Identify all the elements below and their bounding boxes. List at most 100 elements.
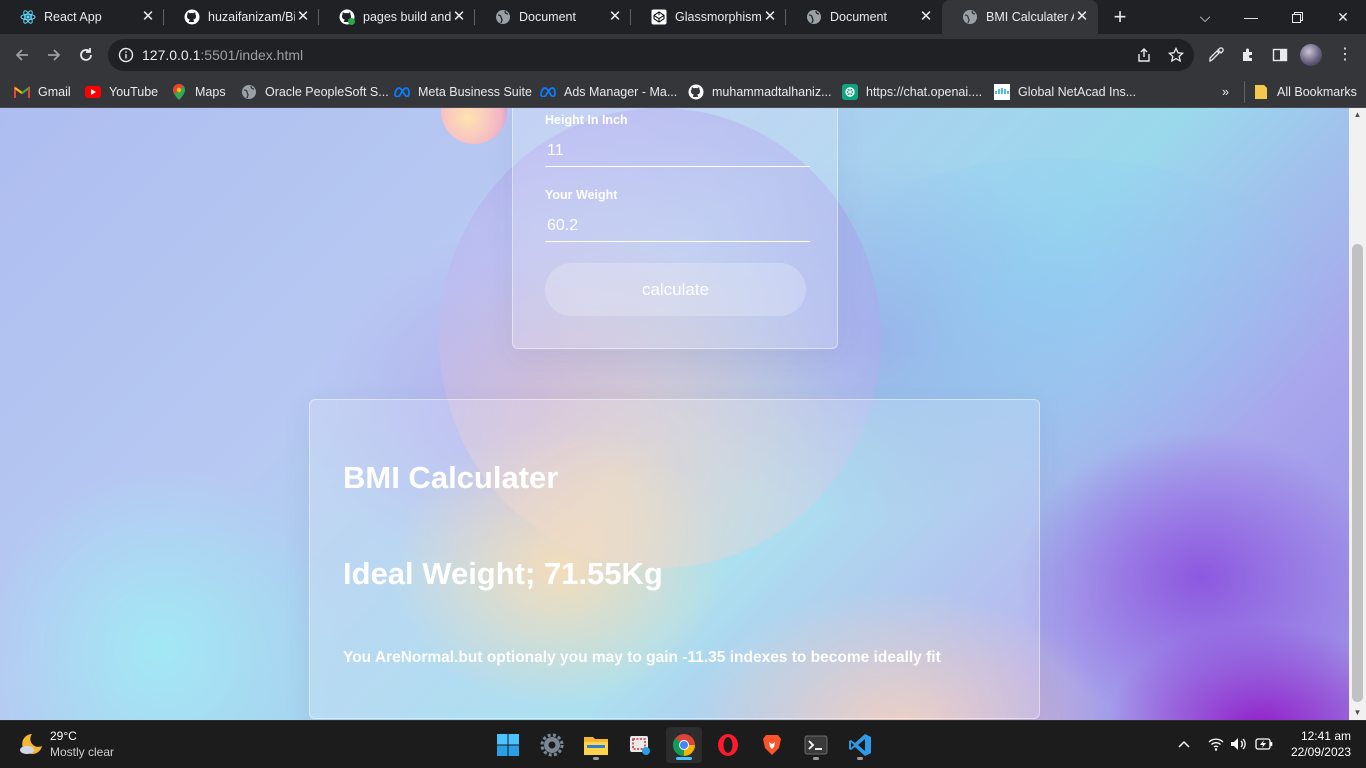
brave-icon[interactable]: [754, 727, 790, 763]
result-title: BMI Calculater: [343, 460, 559, 495]
bookmark-label: Maps: [195, 85, 226, 99]
scrollbar-thumb[interactable]: [1352, 244, 1363, 702]
tab-search-icon[interactable]: ⌵: [1182, 0, 1228, 34]
clock-date[interactable]: 22/09/2023: [1279, 745, 1351, 759]
settings-gear-icon[interactable]: [534, 727, 570, 763]
show-hidden-icons-chevron-icon[interactable]: [1175, 735, 1193, 753]
bookmark-chat-openai[interactable]: https://chat.openai....: [842, 81, 982, 103]
youtube-icon: [85, 84, 101, 100]
clock-time[interactable]: 12:41 am: [1289, 729, 1351, 743]
more-menu-icon[interactable]: ⋮: [1336, 45, 1354, 65]
eyedropper-extension-icon[interactable]: [1207, 46, 1225, 64]
url-text[interactable]: 127.0.0.1:5501/index.html: [142, 47, 303, 63]
result-message: You AreNormal.but optionaly you may to g…: [343, 649, 941, 666]
snipping-tool-icon[interactable]: [622, 727, 658, 763]
tab-bmi-calculater[interactable]: BMI Calculater App ✕: [942, 0, 1098, 34]
address-bar[interactable]: 127.0.0.1:5501/index.html: [108, 39, 1194, 71]
bookmark-star-icon[interactable]: [1167, 46, 1185, 64]
github-check-icon: [339, 9, 355, 25]
close-window-icon[interactable]: ✕: [1320, 0, 1366, 34]
globe-icon: [962, 9, 978, 25]
globe-icon: [241, 84, 257, 100]
close-tab-icon[interactable]: ✕: [1074, 9, 1090, 25]
bookmark-label: Global NetAcad Ins...: [1018, 85, 1137, 99]
running-indicator: [593, 757, 599, 760]
weather-temperature[interactable]: 29°C: [50, 729, 77, 743]
tab-react-app[interactable]: React App ✕: [0, 0, 164, 34]
side-panel-icon[interactable]: [1271, 46, 1289, 64]
minimize-icon[interactable]: —: [1228, 0, 1274, 34]
bookmark-maps[interactable]: Maps: [171, 81, 226, 103]
tab-github-birth[interactable]: huzaifanizam/Birth ✕: [164, 0, 319, 34]
close-tab-icon[interactable]: ✕: [451, 9, 467, 25]
gmail-icon: [14, 84, 30, 100]
more-bookmarks-button[interactable]: »: [1222, 81, 1229, 103]
folder-icon: [1253, 84, 1269, 100]
globe-icon: [806, 9, 822, 25]
close-tab-icon[interactable]: ✕: [295, 9, 311, 25]
close-tab-icon[interactable]: ✕: [140, 9, 156, 25]
close-tab-icon[interactable]: ✕: [762, 9, 778, 25]
maps-icon: [171, 84, 187, 100]
bookmarks-bar: Gmail YouTube Maps Oracle PeopleSoft S..…: [0, 76, 1366, 108]
weather-condition[interactable]: Mostly clear: [50, 745, 114, 759]
extensions-icon[interactable]: [1239, 46, 1257, 64]
page-scrollbar[interactable]: ▲ ▼: [1349, 108, 1366, 720]
bookmark-label: Meta Business Suite: [418, 85, 532, 99]
restore-icon[interactable]: [1274, 0, 1320, 34]
bookmark-oracle-peoplesoft[interactable]: Oracle PeopleSoft S...: [241, 81, 389, 103]
bookmark-ads-manager[interactable]: Ads Manager - Ma...: [540, 81, 677, 103]
globe-icon: [495, 9, 511, 25]
start-windows-icon[interactable]: [490, 727, 526, 763]
terminal-icon[interactable]: [798, 727, 834, 763]
tab-glassmorphism[interactable]: Glassmorphism UI ✕: [631, 0, 786, 34]
height-inch-input[interactable]: [545, 135, 810, 167]
running-indicator: [857, 757, 863, 760]
tab-document-1[interactable]: Document ✕: [475, 0, 631, 34]
site-info-icon[interactable]: [118, 47, 134, 68]
wifi-icon[interactable]: [1207, 735, 1225, 753]
weight-input[interactable]: [545, 210, 810, 242]
tab-title: React App: [44, 10, 102, 24]
forward-icon[interactable]: [40, 41, 68, 69]
cisco-icon: [994, 84, 1010, 100]
scroll-up-arrow-icon[interactable]: ▲: [1349, 108, 1366, 122]
tab-pages-build[interactable]: pages build and deployment ✕: [319, 0, 475, 34]
volume-icon[interactable]: [1230, 735, 1248, 753]
scroll-down-arrow-icon[interactable]: ▼: [1349, 706, 1366, 720]
opera-icon[interactable]: [710, 727, 746, 763]
battery-charging-icon[interactable]: [1255, 735, 1273, 753]
bookmark-label: muhammadtalhaniz...: [712, 85, 832, 99]
bookmark-label: Oracle PeopleSoft S...: [265, 85, 389, 99]
weather-moon-icon[interactable]: [18, 731, 44, 757]
bookmark-youtube[interactable]: YouTube: [85, 81, 158, 103]
meta-icon: [394, 84, 410, 100]
profile-avatar[interactable]: [1300, 44, 1322, 66]
bookmark-meta-business-suite[interactable]: Meta Business Suite: [394, 81, 532, 103]
vscode-icon[interactable]: [842, 727, 878, 763]
reload-icon[interactable]: [72, 41, 100, 69]
react-icon: [20, 9, 36, 25]
more-bookmarks-chevron: »: [1222, 85, 1229, 99]
bookmark-gmail[interactable]: Gmail: [14, 81, 71, 103]
bookmark-global-netacad[interactable]: Global NetAcad Ins...: [994, 81, 1136, 103]
calculate-button[interactable]: calculate: [545, 263, 806, 316]
url-host: 127.0.0.1: [142, 47, 201, 63]
ideal-weight-text: Ideal Weight; 71.55Kg: [343, 556, 663, 591]
meta-icon: [540, 84, 556, 100]
all-bookmarks-button[interactable]: All Bookmarks: [1244, 81, 1357, 103]
tab-document-2[interactable]: Document ✕: [786, 0, 942, 34]
close-tab-icon[interactable]: ✕: [607, 9, 623, 25]
new-tab-button[interactable]: +: [1108, 5, 1132, 29]
file-explorer-folder-icon[interactable]: [578, 727, 614, 763]
bookmark-github-muhammadtalha[interactable]: muhammadtalhaniz...: [688, 81, 832, 103]
close-tab-icon[interactable]: ✕: [918, 9, 934, 25]
chrome-icon[interactable]: [666, 727, 702, 763]
share-icon[interactable]: [1135, 46, 1153, 64]
back-icon[interactable]: [8, 41, 36, 69]
bookmark-label: Ads Manager - Ma...: [564, 85, 678, 99]
tab-title: huzaifanizam/Birth: [208, 10, 295, 24]
codepen-icon: [651, 9, 667, 25]
openai-icon: [842, 84, 858, 100]
tab-title: BMI Calculater App: [986, 10, 1074, 24]
